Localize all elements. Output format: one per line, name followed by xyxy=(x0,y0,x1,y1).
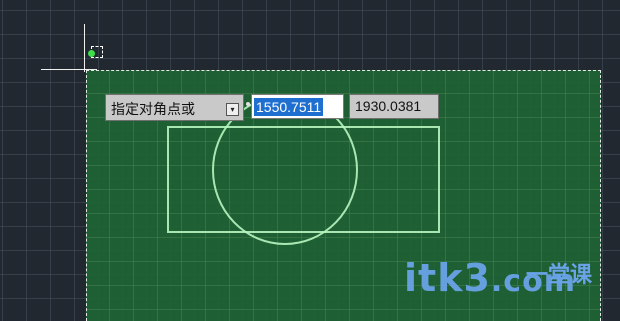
x-coordinate-input[interactable]: 1550.7511 xyxy=(251,94,344,119)
y-coordinate-input[interactable]: 1930.0381 xyxy=(349,94,439,119)
rectangle-shape xyxy=(167,126,440,233)
crosshair-vertical xyxy=(84,24,85,72)
dropdown-arrow-icon[interactable]: ▾ xyxy=(226,103,239,116)
watermark-text: itk3 xyxy=(404,256,491,300)
crosshair-horizontal xyxy=(41,69,97,70)
watermark-subtext: 一堂课 xyxy=(526,262,593,287)
x-coordinate-value[interactable]: 1550.7511 xyxy=(254,98,324,116)
prompt-label: 指定对角点或 xyxy=(111,101,195,117)
command-prompt-tooltip: 指定对角点或 ▾ xyxy=(105,94,244,121)
input-indicator-icon xyxy=(246,102,250,106)
snap-marker-icon xyxy=(88,50,95,57)
